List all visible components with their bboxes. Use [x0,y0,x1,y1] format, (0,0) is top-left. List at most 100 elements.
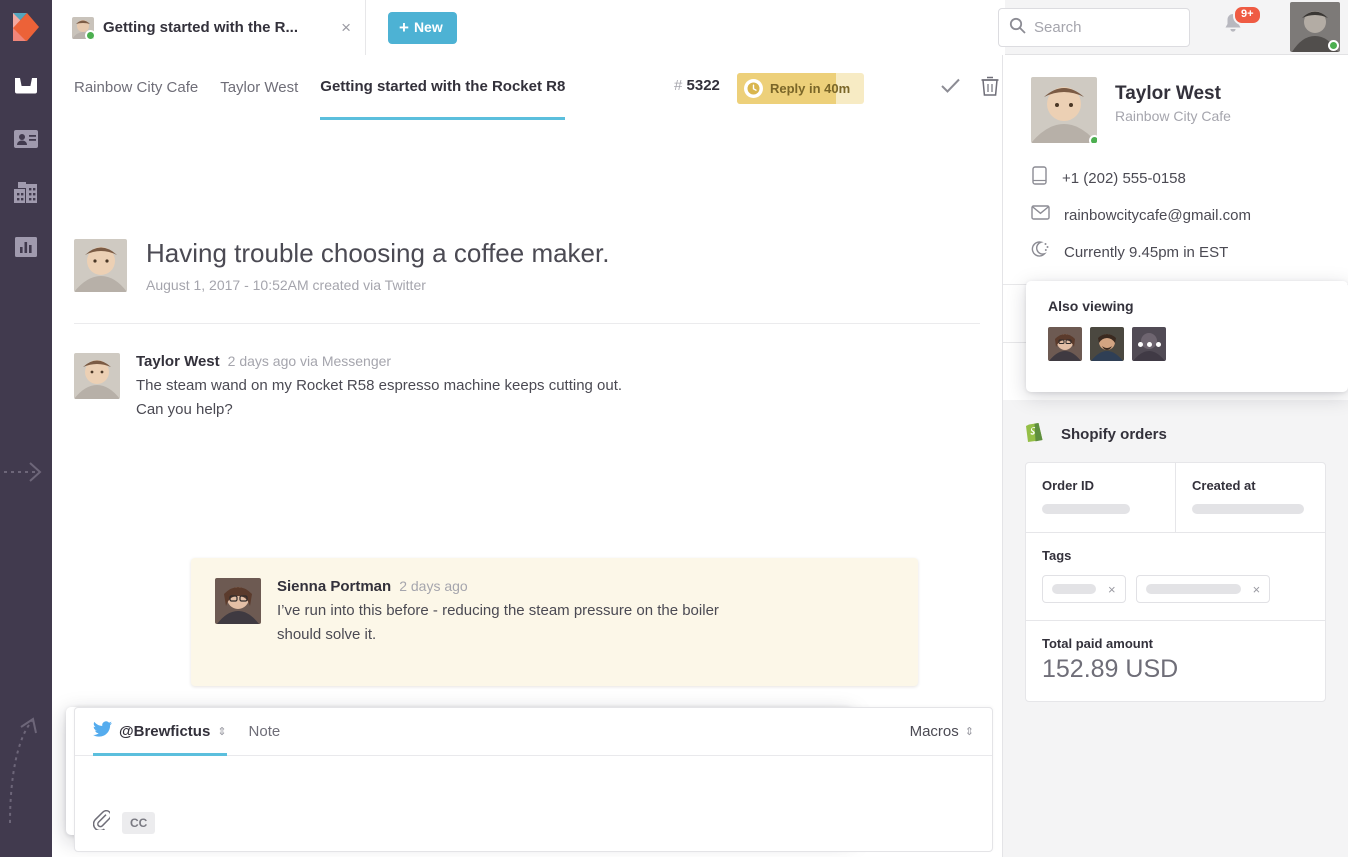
clock-icon [744,79,763,98]
breadcrumb: Rainbow City Cafe Taylor West Getting st… [74,55,565,120]
avatar-more[interactable] [1132,327,1166,361]
sidebar-item-organizations[interactable] [11,177,41,207]
composer-channel-tabs: @Brewfictus ⇕ Note Macros ⇕ [75,708,992,756]
tag-chip[interactable]: × [1136,575,1271,603]
breadcrumb-item-subject[interactable]: Getting started with the Rocket R8 [320,55,565,120]
total-paid-cell: Total paid amount 152.89 USD [1026,620,1325,701]
inbox-icon [13,75,39,99]
twitter-icon [93,721,112,742]
message-customer: Taylor West 2 days ago via Messenger The… [74,353,954,423]
kayako-app: Getting started with the R... × + New 9+ [0,0,1348,857]
ticket-number-value: 5322 [687,77,720,94]
trash-icon [980,75,1000,102]
message-line: Can you help? [136,398,622,422]
conversation-header: Rainbow City Cafe Taylor West Getting st… [52,55,1002,120]
macros-label: Macros [910,723,959,740]
search-container [998,8,1190,47]
message-line: The steam wand on my Rocket R58 espresso… [136,374,622,398]
top-bar: Getting started with the R... × + New 9+ [52,0,1348,55]
contact-phone-row[interactable]: +1 (202) 555-0158 [1031,166,1320,190]
column-header: Order ID [1042,478,1159,493]
contact-local-time: Currently 9.45pm in EST [1064,244,1228,261]
macros-selector[interactable]: Macros ⇕ [910,723,974,740]
contacts-icon [13,129,39,149]
organizations-icon [13,180,39,204]
phone-icon [1031,166,1048,190]
cc-button[interactable]: CC [122,812,155,834]
order-id-cell: Order ID [1026,463,1175,532]
avatar [1031,77,1097,143]
page-title: Having trouble choosing a coffee maker. [146,239,609,269]
also-viewing-popup: Also viewing [1026,281,1348,392]
ticket-number: # 5322 [674,77,720,94]
message-line: I’ve run into this before - reducing the… [277,599,719,623]
message-author: Taylor West [136,353,220,370]
notification-badge: 9+ [1233,5,1262,25]
hint-arrow-right-icon [4,455,48,492]
search-icon [1009,17,1026,39]
order-card: Order ID Created at Tags × [1025,462,1326,702]
sidebar-item-reports[interactable] [11,232,41,262]
message-meta: 2 days ago via Messenger [228,353,391,369]
add-new-label: New [414,19,443,35]
value-placeholder [1146,584,1241,594]
resolve-button[interactable] [935,73,965,103]
add-new-button[interactable]: + New [388,12,457,44]
breadcrumb-item-org[interactable]: Rainbow City Cafe [74,55,198,120]
contact-org: Rainbow City Cafe [1115,108,1231,124]
avatar [72,17,94,39]
moon-clock-icon [1031,240,1050,264]
sidebar-item-inbox[interactable] [11,72,41,102]
avatar [215,578,261,624]
close-icon[interactable]: × [1253,582,1261,597]
plus-icon: + [399,19,409,36]
chevron-updown-icon: ⇕ [217,725,226,738]
section-title: Shopify orders [1061,426,1167,443]
close-icon[interactable]: × [1108,582,1116,597]
delete-button[interactable] [975,73,1005,103]
reports-icon [14,236,38,258]
message-author: Sienna Portman [277,578,391,595]
left-nav [0,0,52,857]
value-placeholder [1042,504,1130,514]
notifications-button[interactable]: 9+ [1222,12,1252,42]
more-dots-icon [1132,327,1166,361]
close-icon[interactable]: × [337,19,355,36]
composer-toolbar: CC [93,810,155,835]
contact-profile: Taylor West Rainbow City Cafe +1 (202) 5… [1003,55,1348,284]
contact-email: rainbowcitycafe@gmail.com [1064,207,1251,224]
avatar [74,353,120,399]
avatar[interactable] [1048,327,1082,361]
shopify-orders-section: Shopify orders Order ID Created at Tags [1003,400,1348,702]
status-badge[interactable]: Reply in 40m [737,73,864,104]
contact-time-row: Currently 9.45pm in EST [1031,240,1320,264]
contact-email-row[interactable]: rainbowcitycafe@gmail.com [1031,205,1320,225]
kayako-logo-icon[interactable] [11,11,41,43]
contact-phone: +1 (202) 555-0158 [1062,170,1186,187]
value-placeholder [1052,584,1096,594]
new-tab-bar: + New [365,0,1005,55]
hint-arrow-up-icon [4,715,48,830]
total-value: 152.89 USD [1042,655,1309,684]
conversation-subject: Having trouble choosing a coffee maker. … [74,239,980,293]
tab-conversation[interactable]: Getting started with the R... × [52,0,365,55]
sidebar-item-contacts[interactable] [11,124,41,154]
status-dot [1089,135,1097,143]
tag-chip[interactable]: × [1042,575,1126,603]
tags-label: Tags [1042,548,1309,563]
tab-note[interactable]: Note [249,723,281,740]
tags-cell: Tags × × [1026,532,1325,620]
active-channel-underline [93,753,227,756]
paperclip-icon[interactable] [93,810,110,835]
status-dot [1328,40,1339,51]
avatar[interactable] [1090,327,1124,361]
search-input[interactable] [1034,19,1179,36]
channel-selector[interactable]: @Brewfictus ⇕ [93,708,227,756]
breadcrumb-item-contact[interactable]: Taylor West [220,55,298,120]
avatar [74,239,127,292]
avatar[interactable] [1290,2,1340,52]
search-box[interactable] [998,8,1190,47]
channel-handle: @Brewfictus [119,723,210,740]
value-placeholder [1192,504,1304,514]
mail-icon [1031,205,1050,225]
